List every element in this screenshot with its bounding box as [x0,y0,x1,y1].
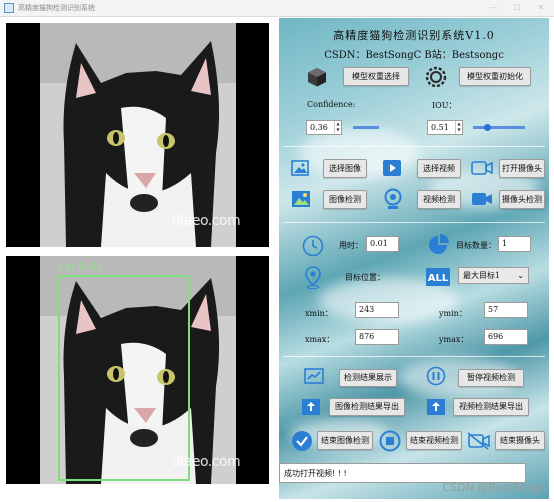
export-icon [427,399,445,415]
time-field[interactable]: 0.01 [366,236,399,252]
window-titlebar: 高精度猫狗检测识别系统 — ☐ ✕ [0,0,554,17]
init-weights-button[interactable]: 模型权重初始化 [459,67,531,86]
camera-detect-button[interactable]: 摄像头检测 [499,190,545,209]
image-watermark: dlaeo.com [172,454,241,470]
video-camera-icon [472,193,492,205]
time-label: 用时： [339,241,363,250]
show-results-button[interactable]: 检测结果展示 [339,369,397,387]
video-file-icon [383,160,401,176]
section-divider [283,146,545,147]
confidence-label: Confidence: [307,100,356,109]
stop-image-button[interactable]: 结束图像检测 [317,431,373,450]
camera-off-icon [467,432,490,450]
count-label: 目标数量： [456,241,496,250]
app-icon [4,3,14,13]
control-panel: 高精度猫狗检测识别系统V1.0 CSDN：BestSongC B站：Bestso… [279,18,549,499]
stop-video-button[interactable]: 结束视频检测 [406,431,462,450]
stop-camera-button[interactable]: 结束摄像头 [495,431,545,450]
iou-label: IOU： [432,101,457,110]
ymax-label: ymax： [439,335,469,344]
clock-icon [302,235,324,257]
open-camera-button[interactable]: 打开摄像头 [499,159,545,178]
gear-icon [425,66,447,88]
detection-image-panel: cat 0.41 dlaeo.com [6,256,269,484]
xmax-label: xmax： [305,335,335,344]
image-detect-icon [292,191,310,207]
iou-slider-knob[interactable] [484,124,491,131]
xmin-field[interactable]: 243 [355,302,399,318]
check-circle-icon [292,431,312,451]
iou-slider[interactable] [473,126,525,129]
svg-text:ALL: ALL [428,273,449,284]
cube-icon [308,68,326,87]
ymin-field[interactable]: 57 [484,302,528,318]
close-button[interactable]: ✕ [530,1,552,15]
position-label: 目标位置： [345,273,385,282]
pause-icon [426,366,446,386]
select-video-button[interactable]: 选择视频 [417,159,461,178]
image-icon [291,160,309,176]
webcam-icon [384,188,402,209]
confidence-slider[interactable] [353,126,379,129]
ymax-field[interactable]: 696 [484,329,528,345]
confidence-spinbox[interactable]: 0.36 ▲ ▼ [306,120,342,135]
xmin-label: xmin： [305,309,333,318]
xmax-field[interactable]: 876 [355,329,399,345]
select-image-button[interactable]: 选择图像 [323,159,367,178]
export-icon [302,399,320,415]
target-select[interactable]: 最大目标1 ⌄ [458,267,529,284]
section-divider [283,222,545,223]
stop-circle-icon [379,430,401,452]
image-watermark: dlaeo.com [172,213,241,229]
count-field[interactable]: 1 [498,236,531,252]
ymin-label: ymin： [439,309,467,318]
all-icon: ALL [426,268,450,286]
location-pin-icon [305,266,321,289]
video-detect-button[interactable]: 视频检测 [417,190,461,209]
select-weights-button[interactable]: 模型权重选择 [343,67,409,86]
status-message: 成功打开视频! ! ! [279,463,526,483]
detection-label: cat 0.41 [58,260,104,273]
csdn-watermark: CSDN @BestSongC [442,481,548,494]
detection-bounding-box [58,275,190,481]
window-title: 高精度猫狗检测识别系统 [18,4,95,12]
pie-chart-icon [429,234,449,254]
camera-icon [471,161,493,175]
export-image-button[interactable]: 图像检测结果导出 [329,398,405,416]
iou-spinbox[interactable]: 0.51 ▲ ▼ [427,120,463,135]
line-chart-icon [304,368,324,384]
maximize-button[interactable]: ☐ [506,1,528,15]
author-info: CSDN：BestSongC B站：Bestsongc [324,50,504,61]
app-title: 高精度猫狗检测识别系统V1.0 [333,29,495,42]
minimize-button[interactable]: — [482,1,504,15]
pause-video-button[interactable]: 暂停视频检测 [458,369,524,387]
image-detect-button[interactable]: 图像检测 [323,190,367,209]
original-image-panel: dlaeo.com [6,23,269,247]
section-divider [283,356,545,357]
export-video-button[interactable]: 视频检测结果导出 [453,398,529,416]
